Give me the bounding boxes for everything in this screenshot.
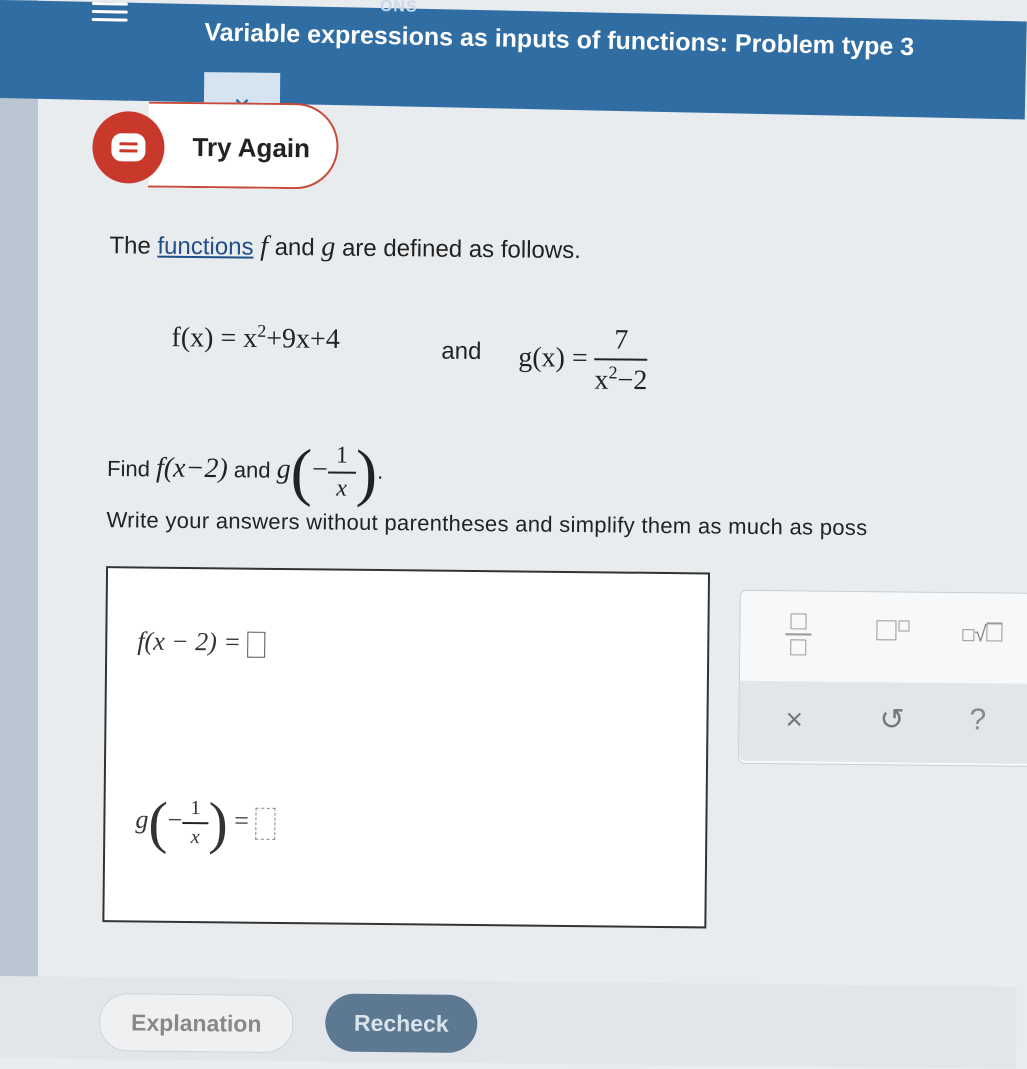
recheck-button[interactable]: Recheck [325, 993, 478, 1054]
math-palette: √ × ↺ ? [738, 589, 1027, 767]
exponent-icon[interactable] [876, 620, 910, 645]
f-answer-input[interactable] [246, 631, 266, 658]
g-fraction: 7 x2−2 [594, 324, 648, 397]
f-answer-row: f(x − 2) = [137, 626, 266, 658]
feedback-icon [92, 110, 165, 184]
explanation-button[interactable]: Explanation [98, 993, 294, 1054]
functions-link[interactable]: functions [157, 233, 253, 261]
answer-box: f(x − 2) = g(− 1 x) = [102, 566, 711, 929]
fraction-icon[interactable] [784, 613, 812, 656]
instructions: Write your answers without parentheses a… [106, 507, 868, 541]
help-icon[interactable]: ? [969, 703, 986, 737]
clear-icon[interactable]: × [785, 703, 803, 737]
g-answer-row: g(− 1 x) = [135, 788, 276, 856]
status-label: Try Again [192, 132, 311, 164]
find-prompt: Find f(x−2) and g(− 1 x). [106, 436, 384, 508]
problem-intro: The functions f and g are defined as fol… [109, 230, 581, 265]
status-badge: Try Again [148, 101, 339, 190]
f-definition: f(x) = x2+9x+4 [171, 320, 340, 355]
main-content: ⌄ Try Again The functions f and g are de… [0, 0, 1027, 1069]
g-answer-input[interactable] [254, 807, 276, 840]
and-label: and [441, 337, 482, 366]
g-definition: g(x) = 7 x2−2 [518, 324, 648, 397]
nth-root-icon[interactable]: √ [962, 621, 1003, 647]
undo-icon[interactable]: ↺ [879, 702, 905, 737]
